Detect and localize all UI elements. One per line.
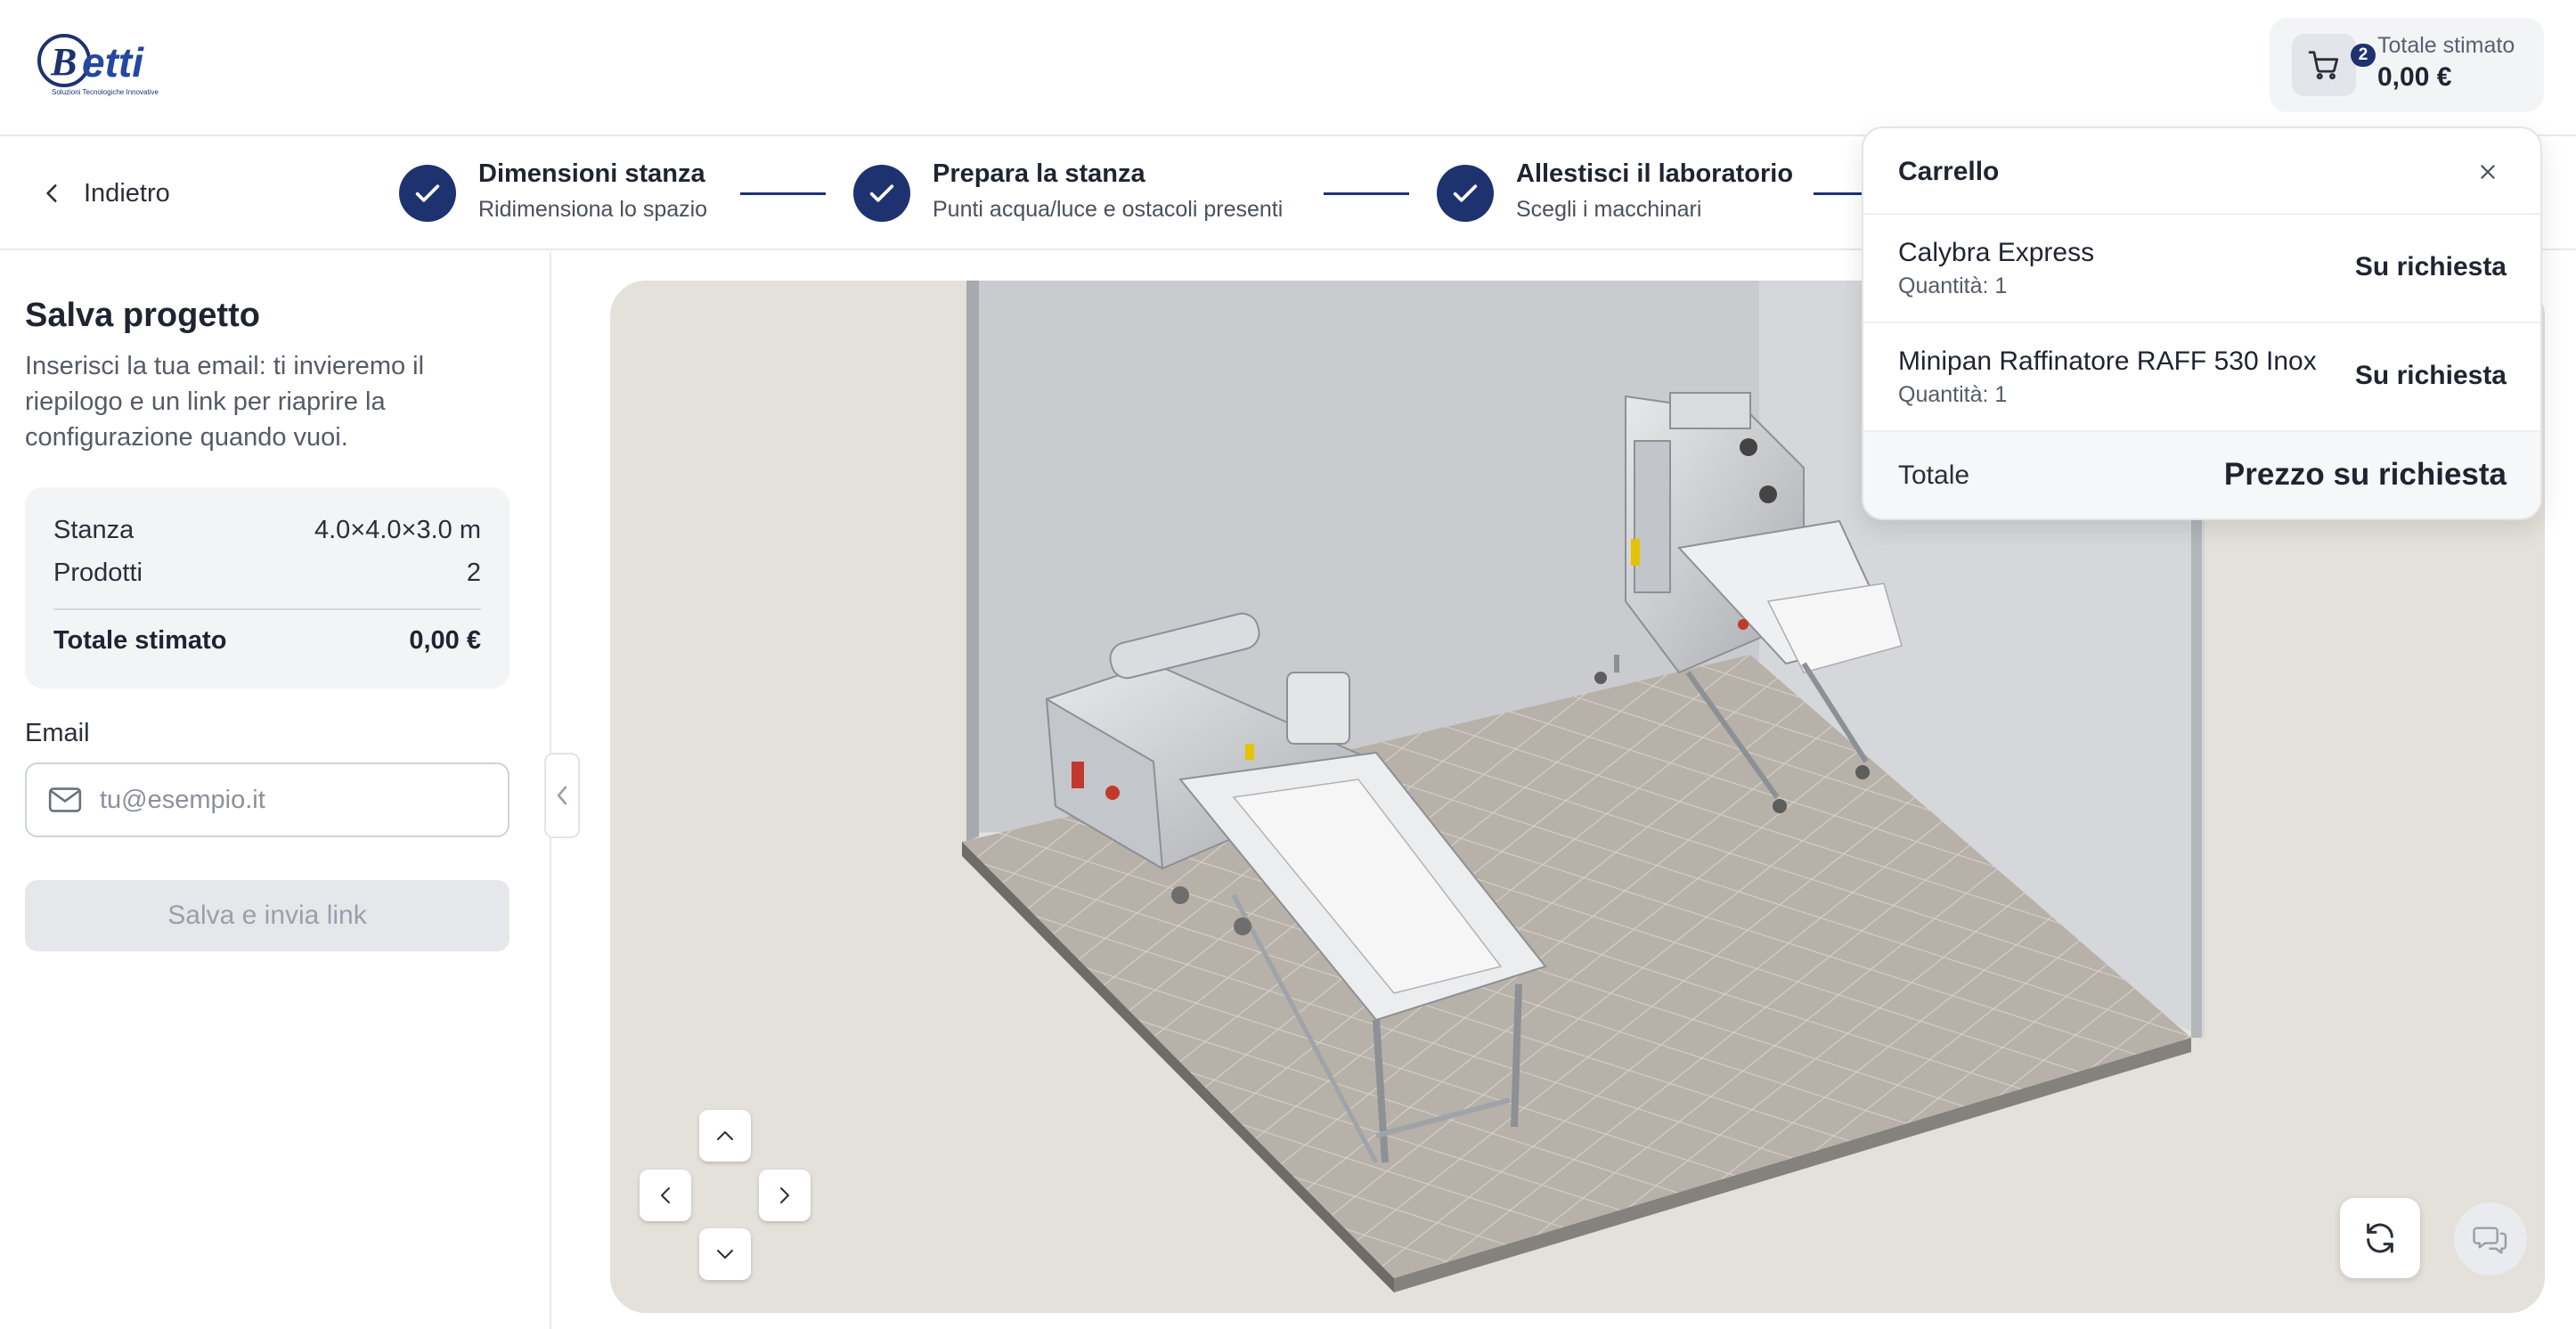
step-connector [740, 192, 826, 195]
summary-room-value: 4.0×4.0×3.0 m [314, 516, 481, 544]
step-2-title[interactable]: Prepara la stanza [933, 159, 1145, 189]
camera-left-button[interactable] [640, 1170, 691, 1221]
close-cart-button[interactable] [2473, 157, 2503, 187]
camera-up-button[interactable] [699, 1110, 751, 1162]
summary-total-label: Totale stimato [53, 626, 227, 655]
cart-item[interactable]: Calybra Express Quantità: 1 Su richiesta [1863, 215, 2540, 323]
step-3-subtitle: Scegli i macchinari [1516, 197, 1702, 222]
summary-products-row: Prodotti 2 [53, 559, 481, 588]
step-1-subtitle: Ridimensiona lo spazio [478, 197, 708, 222]
step-1-title[interactable]: Dimensioni stanza [478, 159, 705, 189]
cart-popover-header: Carrello [1863, 128, 2540, 215]
cart-item[interactable]: Minipan Raffinatore RAFF 530 Inox Quanti… [1863, 323, 2540, 432]
cart-item-price: Su richiesta [2354, 361, 2507, 390]
summary-divider [53, 608, 481, 610]
camera-down-button[interactable] [699, 1228, 751, 1280]
project-summary-card: Stanza 4.0×4.0×3.0 m Prodotti 2 Totale s… [25, 487, 509, 689]
summary-total-value: 0,00 € [409, 626, 481, 655]
camera-right-button[interactable] [759, 1170, 811, 1221]
reset-view-button[interactable] [2340, 1198, 2420, 1278]
refresh-icon [2367, 1223, 2393, 1253]
svg-text:Soluzioni Tecnologiche Innovat: Soluzioni Tecnologiche Innovative [52, 88, 159, 96]
save-project-panel: Salva progetto Inserisci la tua email: t… [0, 252, 551, 1329]
cart-item-quantity: Quantità: 1 [1898, 382, 2008, 407]
summary-products-label: Prodotti [53, 559, 143, 587]
cart-popover-title: Carrello [1898, 157, 2000, 186]
back-label: Indietro [84, 178, 170, 208]
summary-total-row: Totale stimato 0,00 € [53, 626, 481, 656]
step-2-check[interactable] [853, 165, 910, 222]
cart-popover: Carrello Calybra Express Quantità: 1 Su … [1862, 126, 2542, 520]
chat-icon [2473, 1227, 2507, 1254]
step-3-check[interactable] [1437, 165, 1494, 222]
betti-logo[interactable]: B etti Soluzioni Tecnologiche Innovative [37, 30, 189, 100]
email-input[interactable] [100, 785, 492, 815]
cart-summary-button[interactable]: 2 Totale stimato 0,00 € [2270, 18, 2544, 112]
step-connector [1814, 192, 1867, 195]
top-header: B etti Soluzioni Tecnologiche Innovative… [0, 0, 2576, 136]
cart-total-label: Totale [1898, 461, 1970, 490]
check-icon [1453, 184, 1478, 202]
chevron-up-icon [717, 1131, 733, 1140]
chevron-left-icon [557, 786, 567, 805]
chevron-down-icon [717, 1250, 733, 1259]
check-icon [415, 184, 440, 202]
cart-total-value: 0,00 € [2377, 62, 2452, 92]
cart-item-name: Calybra Express [1898, 238, 2095, 267]
summary-room-row: Stanza 4.0×4.0×3.0 m [53, 516, 481, 545]
step-3-title[interactable]: Allestisci il laboratorio [1516, 159, 1793, 189]
step-1-check[interactable] [399, 165, 456, 222]
step-connector [1324, 192, 1409, 195]
summary-room-label: Stanza [53, 516, 135, 544]
cart-item-price: Su richiesta [2354, 252, 2507, 281]
panel-description: Inserisci la tua email: ti invieremo il … [25, 352, 425, 452]
cart-button[interactable]: 2 [2292, 34, 2376, 96]
cart-icon [2308, 51, 2339, 80]
collapse-panel-button[interactable] [544, 753, 580, 838]
close-icon [2481, 165, 2495, 179]
save-and-send-link-button[interactable]: Salva e invia link [25, 880, 509, 951]
email-field-wrapper[interactable] [25, 762, 509, 837]
chat-button[interactable] [2454, 1203, 2527, 1276]
cart-total-label: Totale stimato [2377, 33, 2515, 58]
svg-text:etti: etti [82, 39, 144, 86]
summary-products-value: 2 [466, 559, 481, 587]
email-label: Email [25, 719, 90, 747]
check-icon [869, 184, 894, 202]
chevron-left-icon [661, 1187, 670, 1203]
cart-item-name: Minipan Raffinatore RAFF 530 Inox [1898, 347, 2317, 376]
step-2-subtitle: Punti acqua/luce e ostacoli presenti [933, 197, 1284, 222]
chevron-left-icon [46, 184, 57, 202]
back-button[interactable]: Indietro [41, 172, 170, 215]
svg-text:B: B [50, 40, 77, 84]
cart-total-value: Prezzo su richiesta [2223, 457, 2507, 492]
cart-total-row: Totale Prezzo su richiesta [1863, 432, 2540, 518]
chevron-right-icon [780, 1187, 789, 1203]
cart-item-quantity: Quantità: 1 [1898, 273, 2008, 298]
panel-title: Salva progetto [25, 297, 260, 334]
mail-icon [48, 787, 82, 812]
cart-count-badge: 2 [2351, 44, 2376, 67]
